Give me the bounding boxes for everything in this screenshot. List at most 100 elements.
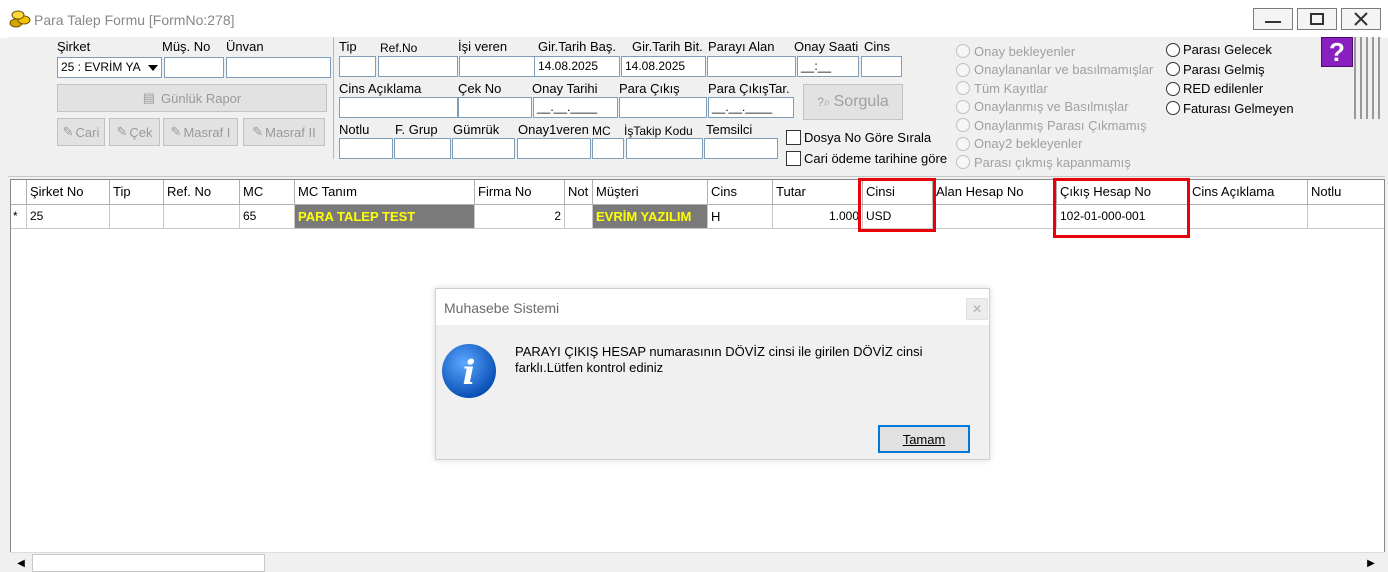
cari-odeme-label: Cari ödeme tarihine göre bbox=[804, 151, 948, 166]
onay1veren-input[interactable] bbox=[517, 138, 591, 159]
masraf1-button[interactable]: ✎ Masraf I bbox=[163, 118, 238, 146]
cell-alan-hesap-no[interactable] bbox=[933, 205, 1057, 229]
grid-corner bbox=[11, 180, 27, 205]
cell-notlu[interactable] bbox=[1308, 205, 1384, 229]
col-header-tutar[interactable]: Tutar bbox=[773, 180, 863, 205]
col-header-tip[interactable]: Tip bbox=[110, 180, 164, 205]
col-header-musteri[interactable]: Müşteri bbox=[593, 180, 708, 205]
highlight-cikis-hesap-no bbox=[1053, 178, 1190, 238]
cell-mc[interactable]: 65 bbox=[240, 205, 295, 229]
close-icon bbox=[1354, 12, 1368, 26]
cell-musteri[interactable]: EVRİM YAZILIM bbox=[593, 205, 708, 229]
col-header-sirket-no[interactable]: Şirket No bbox=[27, 180, 110, 205]
gir-bas-input[interactable]: 14.08.2025 bbox=[534, 56, 620, 77]
ok-button[interactable]: Tamam bbox=[878, 425, 970, 453]
mc-label: MC bbox=[592, 124, 611, 138]
maximize-button[interactable] bbox=[1297, 8, 1337, 30]
cell-tutar[interactable]: 1.000 bbox=[773, 205, 863, 229]
horizontal-scrollbar[interactable]: ◀ ▶ bbox=[10, 552, 1385, 572]
sirket-select[interactable]: 25 : EVRİM YA bbox=[57, 57, 162, 78]
col-header-alan-hesap-no[interactable]: Alan Hesap No bbox=[933, 180, 1057, 205]
col-header-cins[interactable]: Cins bbox=[708, 180, 773, 205]
cell-mc-tanim[interactable]: PARA TALEP TEST bbox=[295, 205, 475, 229]
gir-bit-input[interactable]: 14.08.2025 bbox=[621, 56, 706, 77]
parayi-alan-input[interactable] bbox=[707, 56, 796, 77]
gunluk-rapor-button[interactable]: ▤ Günlük Rapor bbox=[57, 84, 327, 112]
radio-parasi-gelecek[interactable]: Parası Gelecek bbox=[1166, 40, 1294, 60]
radio-label: Onaylanmış Parası Çıkmamış bbox=[974, 117, 1147, 133]
cell-sirket-no[interactable]: 25 bbox=[27, 205, 110, 229]
unvan-input[interactable] bbox=[226, 57, 331, 78]
scroll-left-icon[interactable]: ◀ bbox=[12, 555, 30, 571]
col-header-mc[interactable]: MC bbox=[240, 180, 295, 205]
sorgula-button[interactable]: ?⌕ Sorgula bbox=[803, 84, 903, 120]
masraf1-icon: ✎ bbox=[170, 124, 182, 139]
cell-cins[interactable]: H bbox=[708, 205, 773, 229]
radio-circle bbox=[1166, 62, 1180, 77]
parayi-alan-label: Parayı Alan bbox=[708, 39, 775, 54]
radio-red-edilenler[interactable]: RED edilenler bbox=[1166, 79, 1294, 99]
refno-input[interactable] bbox=[378, 56, 458, 77]
radio-onay-bekleyenler[interactable]: Onay bekleyenler bbox=[956, 42, 1153, 61]
scroll-right-icon[interactable]: ▶ bbox=[1362, 555, 1380, 571]
cell-firma-no[interactable]: 2 bbox=[475, 205, 565, 229]
radio-parasi-gelmis[interactable]: Parası Gelmiş bbox=[1166, 60, 1294, 80]
radio-label: Onaylananlar ve basılmamışlar bbox=[974, 62, 1154, 78]
radio-kapanmamis[interactable]: Parası çıkmış kapanmamış bbox=[956, 153, 1153, 172]
cins-aciklama-input[interactable] bbox=[339, 97, 458, 118]
cek-button[interactable]: ✎ Çek bbox=[109, 118, 160, 146]
radio-parasi-cikmamis[interactable]: Onaylanmış Parası Çıkmamış bbox=[956, 116, 1153, 135]
para-cikis-tar-input[interactable]: __.__.____ bbox=[708, 97, 794, 118]
money-radio-group: Parası Gelecek Parası Gelmiş RED edilenl… bbox=[1166, 40, 1294, 118]
isiveren-input[interactable] bbox=[459, 56, 535, 77]
masraf2-button[interactable]: ✎ Masraf II bbox=[243, 118, 325, 146]
cell-ref-no[interactable] bbox=[164, 205, 240, 229]
minimize-button[interactable] bbox=[1253, 8, 1293, 30]
onay-saati-input[interactable]: __:__ bbox=[797, 56, 859, 77]
sirket-select-value: 25 : EVRİM YA bbox=[61, 60, 141, 74]
col-header-firma-no[interactable]: Firma No bbox=[475, 180, 565, 205]
cari-button[interactable]: ✎ Cari bbox=[57, 118, 105, 146]
filter-panel: Şirket Müş. No Ünvan 25 : EVRİM YA ▤ Gün… bbox=[8, 37, 1385, 177]
help-icon[interactable]: ? bbox=[1321, 37, 1353, 67]
row-indicator[interactable]: * bbox=[11, 205, 27, 229]
istakip-input[interactable] bbox=[626, 138, 703, 159]
info-icon-glyph: i bbox=[463, 353, 476, 393]
cell-cins-aciklama[interactable] bbox=[1189, 205, 1308, 229]
radio-faturasi-gelmeyen[interactable]: Faturası Gelmeyen bbox=[1166, 99, 1294, 119]
fgrup-input[interactable] bbox=[394, 138, 451, 159]
col-header-notlu[interactable]: Notlu bbox=[1308, 180, 1384, 205]
tip-input[interactable] bbox=[339, 56, 376, 77]
para-cikis-input[interactable] bbox=[619, 97, 707, 118]
temsilci-input[interactable] bbox=[704, 138, 778, 159]
close-button[interactable] bbox=[1341, 8, 1381, 30]
radio-onay2-bekleyenler[interactable]: Onay2 bekleyenler bbox=[956, 135, 1153, 154]
fgrup-label: F. Grup bbox=[395, 122, 438, 137]
cari-odeme-checkbox[interactable] bbox=[786, 151, 801, 166]
dosya-no-label: Dosya No Göre Sırala bbox=[804, 130, 932, 145]
para-cikis-label: Para Çıkış bbox=[619, 81, 680, 96]
col-header-mc-tanim[interactable]: MC Tanım bbox=[295, 180, 475, 205]
radio-tum-kayitlar[interactable]: Tüm Kayıtlar bbox=[956, 79, 1153, 98]
radio-onaylanmis-basilmis[interactable]: Onaylanmış ve Basılmışlar bbox=[956, 98, 1153, 117]
col-header-not[interactable]: Not bbox=[565, 180, 593, 205]
radio-onaylananlar[interactable]: Onaylananlar ve basılmamışlar bbox=[956, 61, 1153, 80]
dosya-no-checkbox[interactable] bbox=[786, 130, 801, 145]
cins-input[interactable] bbox=[861, 56, 902, 77]
temsilci-label: Temsilci bbox=[706, 122, 753, 137]
col-header-ref-no[interactable]: Ref. No bbox=[164, 180, 240, 205]
col-header-cins-aciklama[interactable]: Cins Açıklama bbox=[1189, 180, 1308, 205]
scroll-thumb[interactable] bbox=[32, 554, 265, 572]
cins-aciklama-label: Cins Açıklama bbox=[339, 81, 422, 96]
gumruk-input[interactable] bbox=[452, 138, 515, 159]
mus-no-input[interactable] bbox=[164, 57, 224, 78]
dialog-title: Muhasebe Sistemi bbox=[444, 300, 560, 316]
notlu-input[interactable] bbox=[339, 138, 393, 159]
cell-not[interactable] bbox=[565, 205, 593, 229]
cek-no-input[interactable] bbox=[458, 97, 532, 118]
mc-input[interactable] bbox=[592, 138, 624, 159]
onay-tarihi-input[interactable]: __.__.____ bbox=[533, 97, 618, 118]
radio-label: Parası Gelmiş bbox=[1183, 61, 1265, 77]
cell-tip[interactable] bbox=[110, 205, 164, 229]
dialog-close-button[interactable]: ✕ bbox=[966, 298, 988, 320]
